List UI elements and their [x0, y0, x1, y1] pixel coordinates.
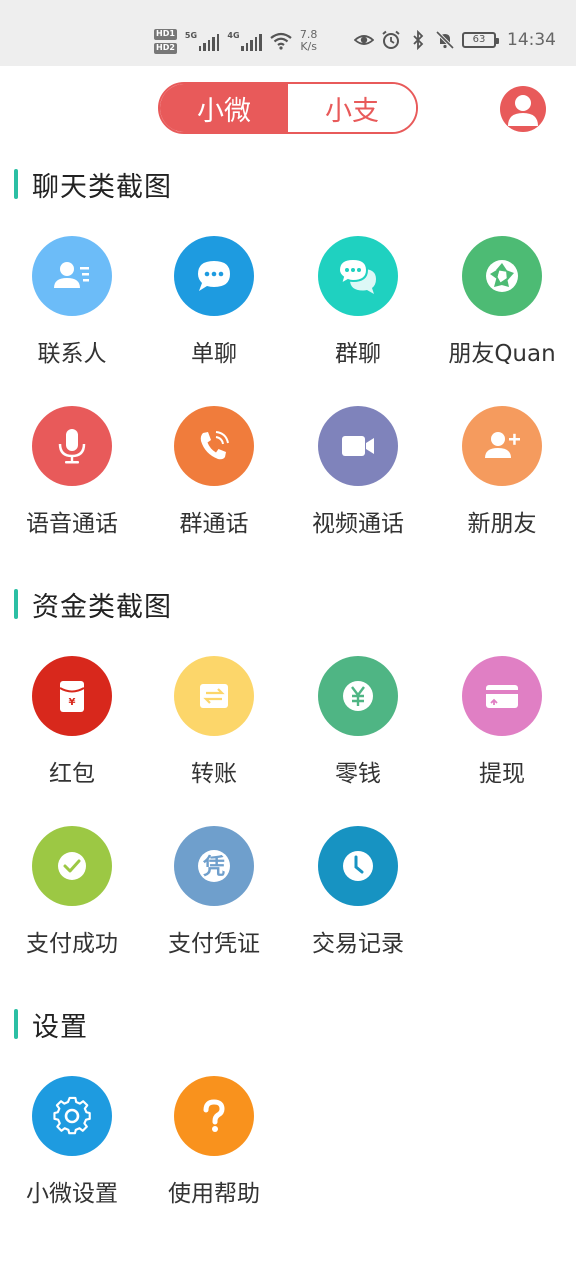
section-settings-title: 设置: [32, 1011, 88, 1043]
microphone-icon: [32, 406, 112, 486]
tile-group-call-label: 群通话: [179, 511, 249, 537]
tile-transfer-label: 转账: [191, 761, 237, 787]
tile-help-label: 使用帮助: [168, 1181, 260, 1207]
section-accent-bar: [14, 169, 18, 199]
user-avatar-button[interactable]: [500, 86, 546, 132]
tile-red-packet-label: 红包: [49, 761, 95, 787]
tab-xiaozhi[interactable]: 小支: [288, 84, 416, 132]
tile-wallet[interactable]: 零钱: [286, 656, 430, 806]
battery-level: 63: [472, 34, 486, 45]
app-switcher: 小微 小支: [158, 82, 418, 134]
tile-new-friend-label: 新朋友: [467, 511, 537, 537]
section-accent-bar: [14, 589, 18, 619]
svg-text:凭: 凭: [202, 854, 225, 880]
tile-group-chat[interactable]: 群聊: [286, 236, 430, 386]
net-speed-unit: K/s: [300, 40, 317, 53]
section-chat-title: 聊天类截图: [32, 171, 172, 203]
section-money-title: 资金类截图: [32, 591, 172, 623]
person-icon: [508, 95, 538, 126]
status-time: 14:34: [507, 30, 556, 50]
tile-contacts[interactable]: 联系人: [0, 236, 144, 386]
contact-card-icon: [32, 236, 112, 316]
tile-help[interactable]: 使用帮助: [142, 1076, 286, 1226]
tile-transactions-label: 交易记录: [312, 931, 404, 957]
tile-single-chat-label: 单聊: [191, 341, 237, 367]
voucher-icon: 凭: [174, 826, 254, 906]
battery-icon: 63: [462, 32, 499, 48]
transfer-arrows-icon: [174, 656, 254, 736]
double-chat-bubble-icon: [318, 236, 398, 316]
gear-icon: [32, 1076, 112, 1156]
status-right: 63 14:34: [354, 30, 556, 50]
phone-ringing-icon: [174, 406, 254, 486]
tile-new-friend[interactable]: 新朋友: [430, 406, 574, 556]
tile-group-call[interactable]: 群通话: [142, 406, 286, 556]
alarm-icon: [382, 30, 400, 49]
chat-bubble-icon: [174, 236, 254, 316]
tile-withdraw[interactable]: 提现: [430, 656, 574, 806]
tile-moments-label: 朋友Quan: [448, 341, 556, 367]
check-circle-icon: [32, 826, 112, 906]
bluetooth-icon: [413, 30, 424, 50]
net-speed: 7.8 K/s: [300, 29, 318, 53]
bank-card-icon: [462, 656, 542, 736]
aperture-icon: [462, 236, 542, 316]
tile-transfer[interactable]: 转账: [142, 656, 286, 806]
tile-voice-call-label: 语音通话: [26, 511, 118, 537]
wifi-icon: [270, 32, 292, 50]
status-left: HD1 HD2 5G 4G 7.8 K/s: [154, 24, 317, 58]
tile-settings[interactable]: 小微设置: [0, 1076, 144, 1226]
red-envelope-icon: ¥: [32, 656, 112, 736]
signal-5g-icon: 5G: [185, 31, 220, 51]
tile-video-call[interactable]: 视频通话: [286, 406, 430, 556]
network-5g-label: 5G: [184, 31, 198, 40]
tile-video-call-label: 视频通话: [312, 511, 404, 537]
section-accent-bar: [14, 1009, 18, 1039]
bell-muted-icon: [435, 30, 455, 50]
yen-coin-icon: [318, 656, 398, 736]
sim-indicators: HD1 HD2: [154, 28, 177, 54]
section-settings-header: 设置: [14, 1007, 88, 1043]
tile-contacts-label: 联系人: [37, 341, 107, 367]
question-mark-icon: [174, 1076, 254, 1156]
eye-icon: [354, 35, 374, 45]
network-4g-label: 4G: [227, 31, 240, 40]
video-camera-icon: [318, 406, 398, 486]
tile-moments[interactable]: 朋友Quan: [430, 236, 574, 386]
tab-xiaowei[interactable]: 小微: [160, 84, 288, 132]
sim2-badge: HD2: [154, 42, 177, 54]
tile-settings-label: 小微设置: [26, 1181, 118, 1207]
section-money-header: 资金类截图: [14, 587, 172, 623]
tile-pay-success-label: 支付成功: [26, 931, 118, 957]
sim1-badge: HD1: [154, 28, 177, 40]
tile-red-packet[interactable]: ¥ 红包: [0, 656, 144, 806]
status-bar: HD1 HD2 5G 4G 7.8 K/s 63 14:34: [0, 0, 576, 66]
tile-single-chat[interactable]: 单聊: [142, 236, 286, 386]
tile-wallet-label: 零钱: [335, 761, 381, 787]
tile-voice-call[interactable]: 语音通话: [0, 406, 144, 556]
clock-icon: [318, 826, 398, 906]
signal-4g-icon: 4G: [227, 31, 262, 51]
add-person-icon: [462, 406, 542, 486]
section-chat-header: 聊天类截图: [14, 167, 172, 203]
tile-transactions[interactable]: 交易记录: [286, 826, 430, 976]
tile-group-chat-label: 群聊: [335, 341, 381, 367]
tile-pay-success[interactable]: 支付成功: [0, 826, 144, 976]
tile-pay-voucher[interactable]: 凭 支付凭证: [142, 826, 286, 976]
tile-pay-voucher-label: 支付凭证: [168, 931, 260, 957]
tile-withdraw-label: 提现: [479, 761, 525, 787]
svg-text:¥: ¥: [69, 697, 76, 708]
